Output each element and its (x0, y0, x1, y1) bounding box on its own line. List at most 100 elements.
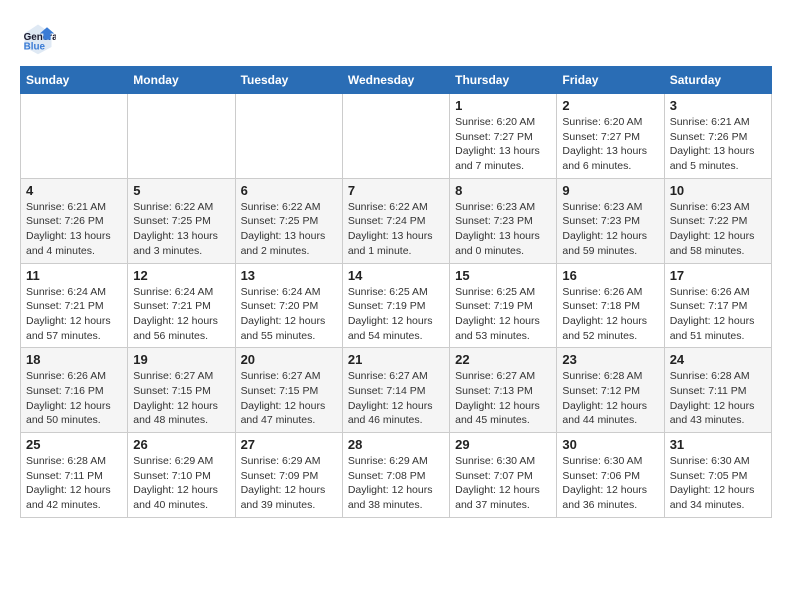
day-info: Sunrise: 6:22 AM Sunset: 7:24 PM Dayligh… (348, 200, 444, 259)
day-number: 25 (26, 437, 122, 452)
day-info: Sunrise: 6:25 AM Sunset: 7:19 PM Dayligh… (348, 285, 444, 344)
calendar-cell: 4 Sunrise: 6:21 AM Sunset: 7:26 PM Daylig… (21, 178, 128, 263)
calendar-cell: 5Sunrise: 6:22 AM Sunset: 7:25 PM Daylig… (128, 178, 235, 263)
calendar-cell (235, 94, 342, 179)
day-number: 28 (348, 437, 444, 452)
calendar: SundayMondayTuesdayWednesdayThursdayFrid… (20, 66, 772, 518)
day-number: 21 (348, 352, 444, 367)
day-number: 22 (455, 352, 551, 367)
calendar-week-3: 11 Sunrise: 6:24 AM Sunset: 7:21 PM Dayli… (21, 263, 772, 348)
day-info: Sunrise: 6:26 AM Sunset: 7:18 PM Dayligh… (562, 285, 658, 344)
calendar-week-5: 25 Sunrise: 6:28 AM Sunset: 7:11 PM Dayli… (21, 433, 772, 518)
calendar-cell: 18 Sunrise: 6:26 AM Sunset: 7:16 PM Dayli… (21, 348, 128, 433)
day-number: 6 (241, 183, 337, 198)
day-info: Sunrise: 6:26 AM Sunset: 7:17 PM Dayligh… (670, 285, 766, 344)
day-number: 26 (133, 437, 229, 452)
day-info: Sunrise: 6:30 AM Sunset: 7:05 PM Dayligh… (670, 454, 766, 513)
day-info: Sunrise: 6:27 AM Sunset: 7:15 PM Dayligh… (241, 369, 337, 428)
day-info: Sunrise: 6:28 AM Sunset: 7:11 PM Dayligh… (670, 369, 766, 428)
calendar-cell: 19 Sunrise: 6:27 AM Sunset: 7:15 PM Dayli… (128, 348, 235, 433)
day-number: 1 (455, 98, 551, 113)
calendar-cell: 10Sunrise: 6:23 AM Sunset: 7:22 PM Dayli… (664, 178, 771, 263)
day-number: 13 (241, 268, 337, 283)
calendar-cell: 3 Sunrise: 6:21 AM Sunset: 7:26 PM Daylig… (664, 94, 771, 179)
day-number: 2 (562, 98, 658, 113)
calendar-cell: 11 Sunrise: 6:24 AM Sunset: 7:21 PM Dayli… (21, 263, 128, 348)
calendar-cell: 22 Sunrise: 6:27 AM Sunset: 7:13 PM Dayli… (450, 348, 557, 433)
day-number: 11 (26, 268, 122, 283)
calendar-cell: 13Sunrise: 6:24 AM Sunset: 7:20 PM Dayli… (235, 263, 342, 348)
weekday-header-tuesday: Tuesday (235, 67, 342, 94)
calendar-cell: 21 Sunrise: 6:27 AM Sunset: 7:14 PM Dayli… (342, 348, 449, 433)
day-info: Sunrise: 6:23 AM Sunset: 7:23 PM Dayligh… (455, 200, 551, 259)
calendar-week-1: 1 Sunrise: 6:20 AM Sunset: 7:27 PM Daylig… (21, 94, 772, 179)
day-number: 8 (455, 183, 551, 198)
day-number: 15 (455, 268, 551, 283)
calendar-cell: 30 Sunrise: 6:30 AM Sunset: 7:06 PM Dayli… (557, 433, 664, 518)
day-number: 12 (133, 268, 229, 283)
day-info: Sunrise: 6:27 AM Sunset: 7:15 PM Dayligh… (133, 369, 229, 428)
calendar-cell: 20 Sunrise: 6:27 AM Sunset: 7:15 PM Dayli… (235, 348, 342, 433)
day-number: 9 (562, 183, 658, 198)
calendar-cell: 1Sunrise: 6:20 AM Sunset: 7:27 PM Daylig… (450, 94, 557, 179)
day-info: Sunrise: 6:21 AM Sunset: 7:26 PM Dayligh… (26, 200, 122, 259)
calendar-cell: 12 Sunrise: 6:24 AM Sunset: 7:21 PM Dayli… (128, 263, 235, 348)
day-number: 17 (670, 268, 766, 283)
day-number: 4 (26, 183, 122, 198)
day-info: Sunrise: 6:24 AM Sunset: 7:21 PM Dayligh… (133, 285, 229, 344)
page-header: General Blue (20, 20, 772, 56)
weekday-header-sunday: Sunday (21, 67, 128, 94)
calendar-cell: 23Sunrise: 6:28 AM Sunset: 7:12 PM Dayli… (557, 348, 664, 433)
calendar-cell: 17 Sunrise: 6:26 AM Sunset: 7:17 PM Dayli… (664, 263, 771, 348)
day-info: Sunrise: 6:23 AM Sunset: 7:23 PM Dayligh… (562, 200, 658, 259)
weekday-header-thursday: Thursday (450, 67, 557, 94)
logo: General Blue (20, 20, 62, 56)
day-info: Sunrise: 6:20 AM Sunset: 7:27 PM Dayligh… (562, 115, 658, 174)
day-info: Sunrise: 6:22 AM Sunset: 7:25 PM Dayligh… (241, 200, 337, 259)
calendar-cell: 7 Sunrise: 6:22 AM Sunset: 7:24 PM Daylig… (342, 178, 449, 263)
day-number: 30 (562, 437, 658, 452)
calendar-cell (342, 94, 449, 179)
weekday-header-monday: Monday (128, 67, 235, 94)
calendar-cell: 8 Sunrise: 6:23 AM Sunset: 7:23 PM Daylig… (450, 178, 557, 263)
calendar-week-4: 18 Sunrise: 6:26 AM Sunset: 7:16 PM Dayli… (21, 348, 772, 433)
calendar-cell (128, 94, 235, 179)
day-info: Sunrise: 6:28 AM Sunset: 7:11 PM Dayligh… (26, 454, 122, 513)
day-info: Sunrise: 6:21 AM Sunset: 7:26 PM Dayligh… (670, 115, 766, 174)
day-number: 19 (133, 352, 229, 367)
day-info: Sunrise: 6:27 AM Sunset: 7:13 PM Dayligh… (455, 369, 551, 428)
calendar-week-2: 4 Sunrise: 6:21 AM Sunset: 7:26 PM Daylig… (21, 178, 772, 263)
day-number: 18 (26, 352, 122, 367)
day-number: 31 (670, 437, 766, 452)
weekday-header-saturday: Saturday (664, 67, 771, 94)
day-number: 7 (348, 183, 444, 198)
calendar-cell: 28 Sunrise: 6:29 AM Sunset: 7:08 PM Dayli… (342, 433, 449, 518)
weekday-header-wednesday: Wednesday (342, 67, 449, 94)
day-info: Sunrise: 6:29 AM Sunset: 7:10 PM Dayligh… (133, 454, 229, 513)
calendar-cell: 25 Sunrise: 6:28 AM Sunset: 7:11 PM Dayli… (21, 433, 128, 518)
day-info: Sunrise: 6:22 AM Sunset: 7:25 PM Dayligh… (133, 200, 229, 259)
calendar-cell: 26 Sunrise: 6:29 AM Sunset: 7:10 PM Dayli… (128, 433, 235, 518)
day-number: 24 (670, 352, 766, 367)
day-number: 27 (241, 437, 337, 452)
logo-icon: General Blue (20, 20, 56, 56)
day-info: Sunrise: 6:27 AM Sunset: 7:14 PM Dayligh… (348, 369, 444, 428)
calendar-cell: 9 Sunrise: 6:23 AM Sunset: 7:23 PM Daylig… (557, 178, 664, 263)
calendar-cell: 6 Sunrise: 6:22 AM Sunset: 7:25 PM Daylig… (235, 178, 342, 263)
day-number: 14 (348, 268, 444, 283)
calendar-header-row: SundayMondayTuesdayWednesdayThursdayFrid… (21, 67, 772, 94)
calendar-cell (21, 94, 128, 179)
day-info: Sunrise: 6:30 AM Sunset: 7:07 PM Dayligh… (455, 454, 551, 513)
day-info: Sunrise: 6:29 AM Sunset: 7:09 PM Dayligh… (241, 454, 337, 513)
day-number: 3 (670, 98, 766, 113)
day-info: Sunrise: 6:29 AM Sunset: 7:08 PM Dayligh… (348, 454, 444, 513)
day-info: Sunrise: 6:30 AM Sunset: 7:06 PM Dayligh… (562, 454, 658, 513)
calendar-cell: 14 Sunrise: 6:25 AM Sunset: 7:19 PM Dayli… (342, 263, 449, 348)
calendar-cell: 16Sunrise: 6:26 AM Sunset: 7:18 PM Dayli… (557, 263, 664, 348)
day-number: 20 (241, 352, 337, 367)
day-number: 10 (670, 183, 766, 198)
day-info: Sunrise: 6:24 AM Sunset: 7:21 PM Dayligh… (26, 285, 122, 344)
weekday-header-friday: Friday (557, 67, 664, 94)
day-info: Sunrise: 6:26 AM Sunset: 7:16 PM Dayligh… (26, 369, 122, 428)
calendar-cell: 24 Sunrise: 6:28 AM Sunset: 7:11 PM Dayli… (664, 348, 771, 433)
